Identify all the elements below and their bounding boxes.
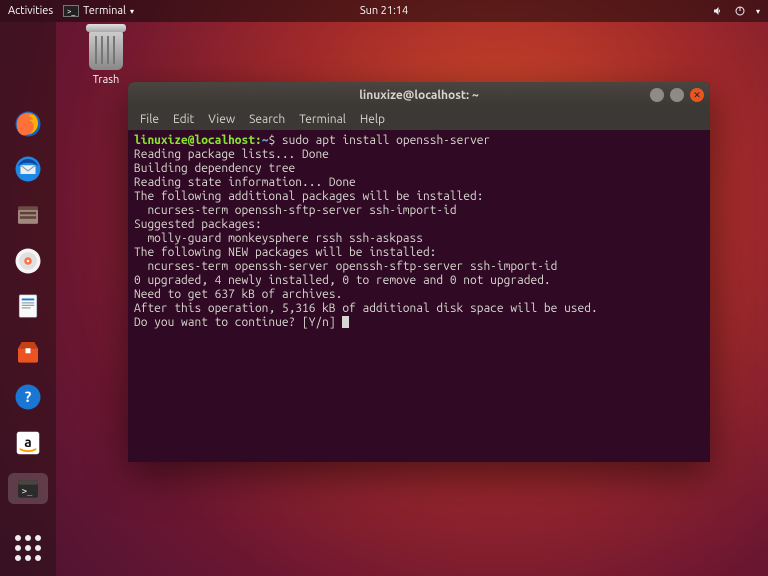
show-applications-button[interactable] xyxy=(8,532,48,564)
prompt-user: linuxize@localhost xyxy=(134,134,255,147)
output-line: molly-guard monkeysphere rssh ssh-askpas… xyxy=(134,232,423,245)
svg-text:?: ? xyxy=(25,388,32,405)
gnome-top-panel: Activities >_ Terminal ▾ Sun 21:14 ▾ xyxy=(0,0,768,22)
typed-command: sudo apt install openssh-server xyxy=(282,134,490,147)
output-line: The following NEW packages will be insta… xyxy=(134,246,436,259)
output-line: ncurses-term openssh-server openssh-sftp… xyxy=(134,260,557,273)
window-close-button[interactable]: ✕ xyxy=(690,88,704,102)
output-line: After this operation, 5,316 kB of additi… xyxy=(134,302,598,315)
window-title: linuxize@localhost: ~ xyxy=(359,89,479,102)
dock-firefox[interactable] xyxy=(8,108,48,140)
menu-edit[interactable]: Edit xyxy=(167,111,200,128)
terminal-icon: >_ xyxy=(63,5,79,17)
window-titlebar[interactable]: linuxize@localhost: ~ ✕ xyxy=(128,82,710,108)
power-icon[interactable] xyxy=(734,5,746,17)
menu-terminal[interactable]: Terminal xyxy=(293,111,352,128)
terminal-body[interactable]: linuxize@localhost:~$ sudo apt install o… xyxy=(128,130,710,462)
terminal-menubar: File Edit View Search Terminal Help xyxy=(128,108,710,130)
menu-file[interactable]: File xyxy=(134,111,165,128)
clock[interactable]: Sun 21:14 xyxy=(360,5,408,17)
menu-view[interactable]: View xyxy=(202,111,241,128)
menu-search[interactable]: Search xyxy=(243,111,291,128)
dock-files[interactable] xyxy=(8,199,48,231)
desktop-trash-label: Trash xyxy=(76,74,136,86)
svg-text:>_: >_ xyxy=(22,487,33,497)
dock-rhythmbox[interactable] xyxy=(8,245,48,277)
dock-thunderbird[interactable] xyxy=(8,154,48,186)
output-line: Building dependency tree xyxy=(134,162,295,175)
prompt-symbol: $ xyxy=(268,134,275,147)
window-maximize-button[interactable] xyxy=(670,88,684,102)
volume-icon[interactable] xyxy=(712,5,724,17)
dock-software[interactable] xyxy=(8,336,48,368)
terminal-window: linuxize@localhost: ~ ✕ File Edit View S… xyxy=(128,82,710,462)
output-line: ncurses-term openssh-sftp-server ssh-imp… xyxy=(134,204,457,217)
output-line: The following additional packages will b… xyxy=(134,190,483,203)
output-line: Reading state information... Done xyxy=(134,176,356,189)
dock-terminal[interactable]: >_ xyxy=(8,473,48,505)
output-line: Suggested packages: xyxy=(134,218,262,231)
app-menu-label: Terminal xyxy=(83,5,126,17)
svg-text:a: a xyxy=(24,434,31,450)
output-line: Do you want to continue? [Y/n] xyxy=(134,316,342,329)
terminal-cursor xyxy=(342,316,349,328)
app-menu[interactable]: >_ Terminal ▾ xyxy=(63,5,134,17)
trash-icon xyxy=(89,30,123,70)
output-line: Need to get 637 kB of archives. xyxy=(134,288,342,301)
dock-help[interactable]: ? xyxy=(8,382,48,414)
window-minimize-button[interactable] xyxy=(650,88,664,102)
dock-writer[interactable] xyxy=(8,290,48,322)
output-line: 0 upgraded, 4 newly installed, 0 to remo… xyxy=(134,274,551,287)
desktop-trash[interactable]: Trash xyxy=(76,30,136,86)
output-line: Reading package lists... Done xyxy=(134,148,329,161)
chevron-down-icon[interactable]: ▾ xyxy=(756,7,760,16)
activities-button[interactable]: Activities xyxy=(8,5,53,17)
dock-amazon[interactable]: a xyxy=(8,427,48,459)
dock: ? a >_ xyxy=(0,22,56,576)
chevron-down-icon: ▾ xyxy=(130,7,134,16)
menu-help[interactable]: Help xyxy=(354,111,391,128)
